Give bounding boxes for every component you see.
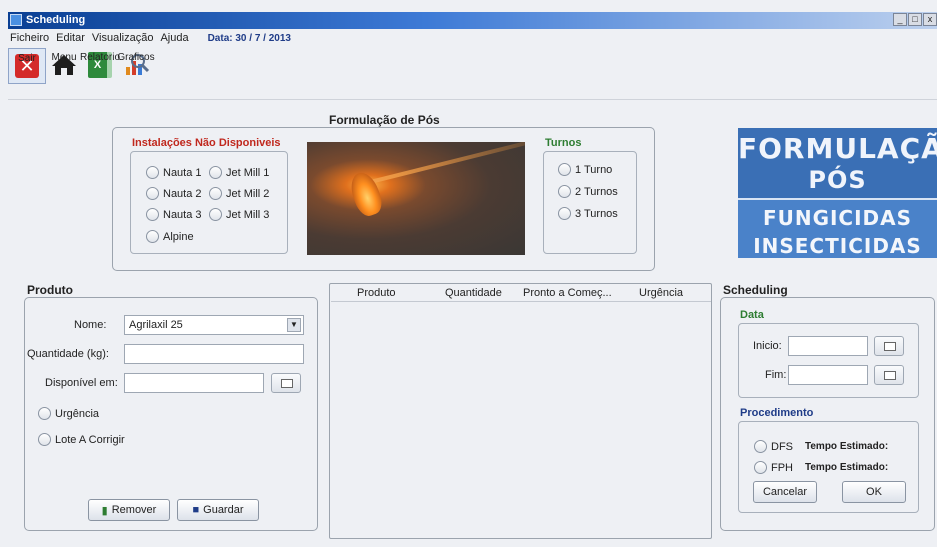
col-produto[interactable]: Produto [357,287,396,299]
menu-visualizacao[interactable]: Visualização [92,32,154,44]
radio-2-turnos[interactable]: 2 Turnos [558,185,618,198]
cancelar-button[interactable]: Cancelar [753,481,817,503]
close-button[interactable]: x [923,13,937,26]
app-icon [10,14,22,26]
menu-editar[interactable]: Editar [56,32,85,44]
radio-fph[interactable]: FPH [754,461,793,474]
banner-line-1: FORMULAÇÃO [738,132,937,165]
nome-label: Nome: [74,319,107,331]
inicio-input[interactable] [788,336,868,356]
scheduling-title: Scheduling [720,283,791,297]
table-header: Produto Quantidade Pronto a Começ... Urg… [331,284,711,302]
window-controls: _ □ x [893,13,937,26]
radio-nauta-1[interactable]: Nauta 1 [146,166,202,179]
dfs-tempo-label: Tempo Estimado: [805,441,889,452]
ok-button[interactable]: OK [842,481,906,503]
radio-nauta-3[interactable]: Nauta 3 [146,208,202,221]
data-title: Data [740,309,764,321]
window-title: Scheduling [26,14,86,26]
disponivel-input[interactable] [124,373,264,393]
radio-jet-mill-2[interactable]: Jet Mill 2 [209,187,269,200]
menu-label: Menu [51,52,77,63]
produtos-table [329,283,712,539]
banner-line-3: FUNGICIDAS [762,206,913,230]
fph-tempo-label: Tempo Estimado: [805,462,889,473]
turnos-title: Turnos [545,137,582,149]
radio-3-turnos[interactable]: 3 Turnos [558,207,618,220]
relatorio-label: Relatorio [79,52,121,63]
inicio-calendar-button[interactable] [874,336,904,356]
toolbar: ✕ Sair Menu X Relatorio Graficos [8,48,937,100]
banner-line-4: INSECTICIDAS [753,234,922,258]
menu-ficheiro[interactable]: Ficheiro [10,32,49,44]
col-pronto[interactable]: Pronto a Começ... [523,287,612,299]
disponivel-calendar-button[interactable] [271,373,301,393]
menu-button[interactable]: Menu [46,48,82,82]
radio-nauta-2[interactable]: Nauta 2 [146,187,202,200]
menu-ajuda[interactable]: Ajuda [160,32,188,44]
furnace-photo [307,142,525,255]
radio-jet-mill-3[interactable]: Jet Mill 3 [209,208,269,221]
col-quantidade[interactable]: Quantidade [445,287,502,299]
chevron-down-icon: ▼ [287,318,301,332]
banner-line-2: PÓS [808,166,867,194]
fim-input[interactable] [788,365,868,385]
disponivel-label: Disponível em: [45,377,118,389]
remover-button[interactable]: ▮ Remover [88,499,170,521]
inicio-label: Inicio: [753,340,782,352]
instalacoes-title: Instalações Não Disponiveis [132,137,281,149]
minimize-button[interactable]: _ [893,13,907,26]
col-urgencia[interactable]: Urgência [639,287,683,299]
maximize-button[interactable]: □ [908,13,922,26]
fim-label: Fim: [765,369,787,381]
radio-dfs[interactable]: DFS [754,440,793,453]
radio-1-turno[interactable]: 1 Turno [558,163,612,176]
trash-icon: ▮ [101,504,108,517]
quantidade-input[interactable] [124,344,304,364]
formulacao-title: Formulação de Pós [326,113,443,127]
relatorio-button[interactable]: X Relatorio [79,48,121,82]
radio-alpine[interactable]: Alpine [146,230,194,243]
guardar-button[interactable]: ■ Guardar [177,499,259,521]
produto-title: Produto [24,283,76,297]
procedimento-title: Procedimento [740,407,814,419]
sair-button[interactable]: ✕ Sair [8,48,46,84]
save-icon: ■ [192,504,200,516]
title-bar: Scheduling _ □ x [8,12,937,29]
radio-urgencia[interactable]: Urgência [38,407,99,420]
quantidade-label: Quantidade (kg): [27,348,109,360]
sair-label: Sair [18,53,36,64]
fim-calendar-button[interactable] [874,365,904,385]
data-group [738,323,919,398]
nome-select[interactable]: Agrilaxil 25 ▼ [124,315,304,335]
radio-lote-a-corrigir[interactable]: Lote A Corrigir [38,433,125,446]
formulacao-banner: FORMULAÇÃO PÓS FUNGICIDAS INSECTICIDAS [738,128,937,258]
menu-bar: Ficheiro Editar Visualização Ajuda Data:… [8,30,937,46]
graficos-button[interactable]: Graficos [117,48,155,82]
graficos-label: Graficos [117,52,155,63]
current-date: Data: 30 / 7 / 2013 [207,32,291,44]
radio-jet-mill-1[interactable]: Jet Mill 1 [209,166,269,179]
